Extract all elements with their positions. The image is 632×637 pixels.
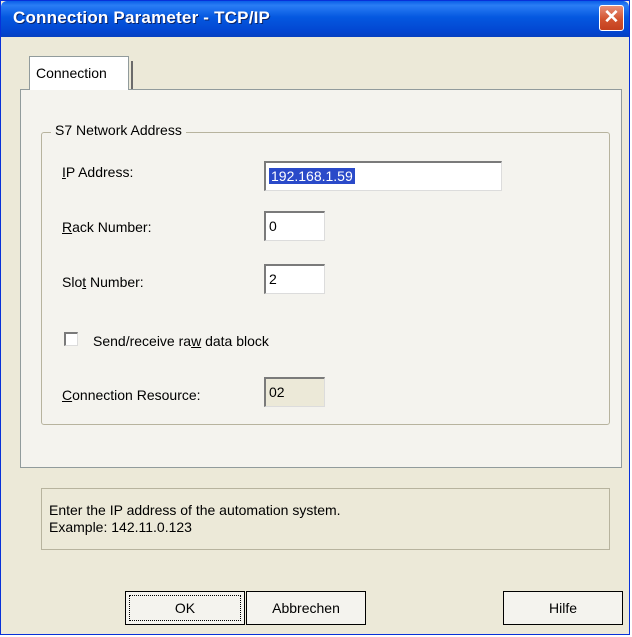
slot-number-label: Slot Number:: [62, 274, 144, 290]
group-title: S7 Network Address: [51, 122, 186, 138]
ip-address-input[interactable]: 192.168.1.59: [264, 161, 502, 191]
connection-resource-label: Connection Resource:: [62, 387, 201, 403]
close-icon[interactable]: ✕: [599, 5, 624, 31]
help-button[interactable]: Hilfe: [503, 591, 623, 625]
rack-number-label: Rack Number:: [62, 219, 152, 235]
rack-number-input[interactable]: 0: [264, 211, 325, 241]
slot-number-input[interactable]: 2: [264, 264, 325, 294]
help-line-2: Example: 142.11.0.123: [49, 519, 192, 535]
connection-resource-field: 02: [264, 377, 325, 407]
help-line-1: Enter the IP address of the automation s…: [49, 502, 341, 518]
tab-connection[interactable]: Connection: [29, 56, 129, 90]
window-title: Connection Parameter - TCP/IP: [13, 8, 271, 27]
cancel-button[interactable]: Abbrechen: [246, 591, 366, 625]
ip-address-value: 192.168.1.59: [269, 168, 355, 184]
dialog-window: Connection Parameter - TCP/IP ✕ Connecti…: [0, 0, 630, 635]
ip-address-label: IP Address:: [62, 164, 134, 180]
ok-button[interactable]: OK: [125, 591, 245, 625]
raw-data-block-label[interactable]: Send/receive raw data block: [93, 333, 269, 349]
raw-data-block-checkbox[interactable]: [64, 332, 78, 346]
title-bar[interactable]: Connection Parameter - TCP/IP ✕: [1, 1, 629, 37]
tab-divider: [131, 61, 133, 91]
help-text: Enter the IP address of the automation s…: [49, 502, 341, 536]
